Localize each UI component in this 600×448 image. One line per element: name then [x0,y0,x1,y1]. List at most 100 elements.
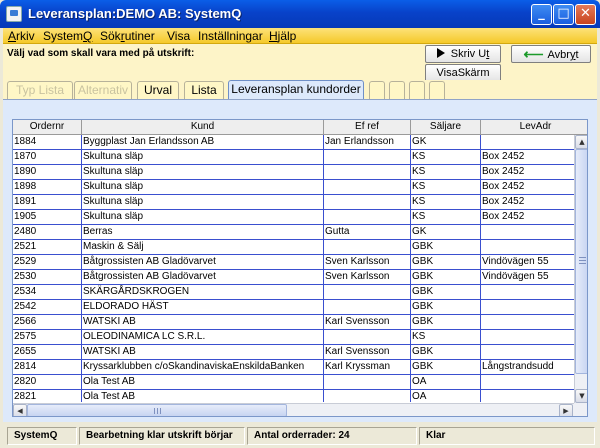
menu-inställningar[interactable]: Inställningar [198,29,263,43]
column-header-kund[interactable]: Kund [82,120,324,135]
cell-säljare: KS [411,150,481,165]
cell-säljare: GBK [411,240,481,255]
instruction-text: Välj vad som skall vara med på utskrift: [7,48,195,59]
vertical-scroll-thumb[interactable] [575,149,587,374]
table-row[interactable]: 2529 Båtgrossisten AB Gladövarvet Sven Kar… [13,255,574,270]
menu-sökrutiner[interactable]: Sökrutiner [100,29,155,43]
table-row[interactable]: 2575 OLEODINAMICA LC S.R.L. KS [13,330,574,345]
cell-kund: Kryssarklubben c/oSkandinaviskaEnskildaB… [82,360,324,375]
cancel-button[interactable]: ⟵ Avbryt [511,45,591,63]
window-title: Leveransplan:DEMO AB: SystemQ [28,6,242,21]
cell-ordernr: 2821 [13,390,82,402]
tab-empty-6[interactable] [389,81,405,99]
table-row[interactable]: 1898 Skultuna släp KS Box 2452 [13,180,574,195]
cell-levadr [481,240,574,255]
cell-ordernr: 2521 [13,240,82,255]
table-row[interactable]: 2521 Maskin & Sälj GBK [13,240,574,255]
cell-ef-ref [324,390,411,402]
table-row[interactable]: 1891 Skultuna släp KS Box 2452 [13,195,574,210]
table-row[interactable]: 2820 Ola Test AB OA [13,375,574,390]
maximize-icon[interactable]: □ [553,4,574,25]
menu-bar: Arkiv SystemQ Sökrutiner Visa Inställningar H… [3,28,597,44]
cell-säljare: GK [411,135,481,150]
tab-empty-7[interactable] [409,81,425,99]
scroll-down-icon[interactable]: ▼ [575,389,587,403]
table-row[interactable]: 2530 Båtgrossisten AB Gladövarvet Sven Kar… [13,270,574,285]
tab-urval[interactable]: Urval [137,81,179,99]
cell-kund: WATSKI AB [82,315,324,330]
column-header-levadr[interactable]: LevAdr [481,120,587,135]
status-bar: SystemQ Bearbetning klar utskrift börjar… [3,424,597,448]
cell-säljare: OA [411,390,481,402]
table-row[interactable]: 1905 Skultuna släp KS Box 2452 [13,210,574,225]
close-icon[interactable]: ✕ [575,4,596,25]
scroll-up-icon[interactable]: ▲ [575,135,587,149]
table-row[interactable]: 1890 Skultuna släp KS Box 2452 [13,165,574,180]
cell-ef-ref: Sven Karlsson [324,255,411,270]
menu-hjälp[interactable]: Hjälp [269,29,296,43]
cell-kund: SKÄRGÅRDSKROGEN [82,285,324,300]
horizontal-scroll-thumb[interactable] [27,404,287,416]
scroll-left-icon[interactable]: ◀ [13,404,27,416]
menu-arkiv[interactable]: Arkiv [8,29,35,43]
title-bar[interactable]: Leveransplan:DEMO AB: SystemQ _ □ ✕ [0,0,600,28]
table-row[interactable]: 2814 Kryssarklubben c/oSkandinaviskaEnski… [13,360,574,375]
column-header-ef-ref[interactable]: Ef ref [324,120,411,135]
menu-visa[interactable]: Visa [167,29,190,43]
table-row[interactable]: 2566 WATSKI AB Karl Svensson GBK [13,315,574,330]
column-header-ordernr[interactable]: Ordernr [13,120,82,135]
tab-lista[interactable]: Lista [184,81,224,99]
cell-ordernr: 2529 [13,255,82,270]
table-row[interactable]: 2480 Berras Gutta GK [13,225,574,240]
cell-ef-ref [324,150,411,165]
cell-levadr [481,300,574,315]
cell-kund: Skultuna släp [82,165,324,180]
cell-ordernr: 2814 [13,360,82,375]
cell-ordernr: 1890 [13,165,82,180]
cell-kund: Berras [82,225,324,240]
cell-säljare: KS [411,330,481,345]
order-table: Ordernr Kund Ef ref Säljare LevAdr 1884 Byggp… [12,119,588,417]
tab-panel-leveransplan: Ordernr Kund Ef ref Säljare LevAdr 1884 Byggp… [3,100,597,422]
table-header: Ordernr Kund Ef ref Säljare LevAdr [13,120,587,135]
cell-kund: ELDORADO HÄST [82,300,324,315]
scroll-corner [574,403,587,416]
cell-ordernr: 2566 [13,315,82,330]
minimize-icon[interactable]: _ [531,4,552,25]
cell-säljare: GBK [411,360,481,375]
table-row[interactable]: 2821 Ola Test AB OA [13,390,574,402]
menu-systemq[interactable]: SystemQ [43,29,92,43]
table-row[interactable]: 2534 SKÄRGÅRDSKROGEN GBK [13,285,574,300]
table-row[interactable]: 1884 Byggplast Jan Erlandsson AB Jan Erlan… [13,135,574,150]
table-row[interactable]: 1870 Skultuna släp KS Box 2452 [13,150,574,165]
cell-ordernr: 1905 [13,210,82,225]
cell-ef-ref: Karl Svensson [324,315,411,330]
horizontal-scrollbar[interactable]: ◀ ▶ [13,403,574,416]
cell-levadr: Vindövägen 55 [481,270,574,285]
status-state: Klar [419,427,595,445]
column-header-säljare[interactable]: Säljare [411,120,481,135]
vertical-scrollbar[interactable]: ▲ ▼ [574,135,587,403]
print-button[interactable]: Skriv Ut [425,45,501,63]
cell-levadr: Box 2452 [481,210,574,225]
cell-levadr: Vindövägen 55 [481,255,574,270]
table-row[interactable]: 2655 WATSKI AB Karl Svensson GBK [13,345,574,360]
cell-ordernr: 2575 [13,330,82,345]
cell-levadr [481,390,574,402]
cell-levadr [481,135,574,150]
cell-ef-ref [324,165,411,180]
status-app: SystemQ [7,427,77,445]
table-row[interactable]: 2542 ELDORADO HÄST GBK [13,300,574,315]
cell-kund: Ola Test AB [82,390,324,402]
tab-alternativ: Alternativ [74,81,132,99]
cell-säljare: KS [411,180,481,195]
tab-leveransplan-kundorder[interactable]: Leveransplan kundorder [228,80,364,99]
tab-empty-8[interactable] [429,81,445,99]
cell-ef-ref: Gutta [324,225,411,240]
scroll-right-icon[interactable]: ▶ [559,404,573,416]
cell-ef-ref: Karl Kryssman [324,360,411,375]
cell-säljare: GBK [411,345,481,360]
tab-empty-5[interactable] [369,81,385,99]
cell-kund: Skultuna släp [82,210,324,225]
cell-säljare: KS [411,210,481,225]
